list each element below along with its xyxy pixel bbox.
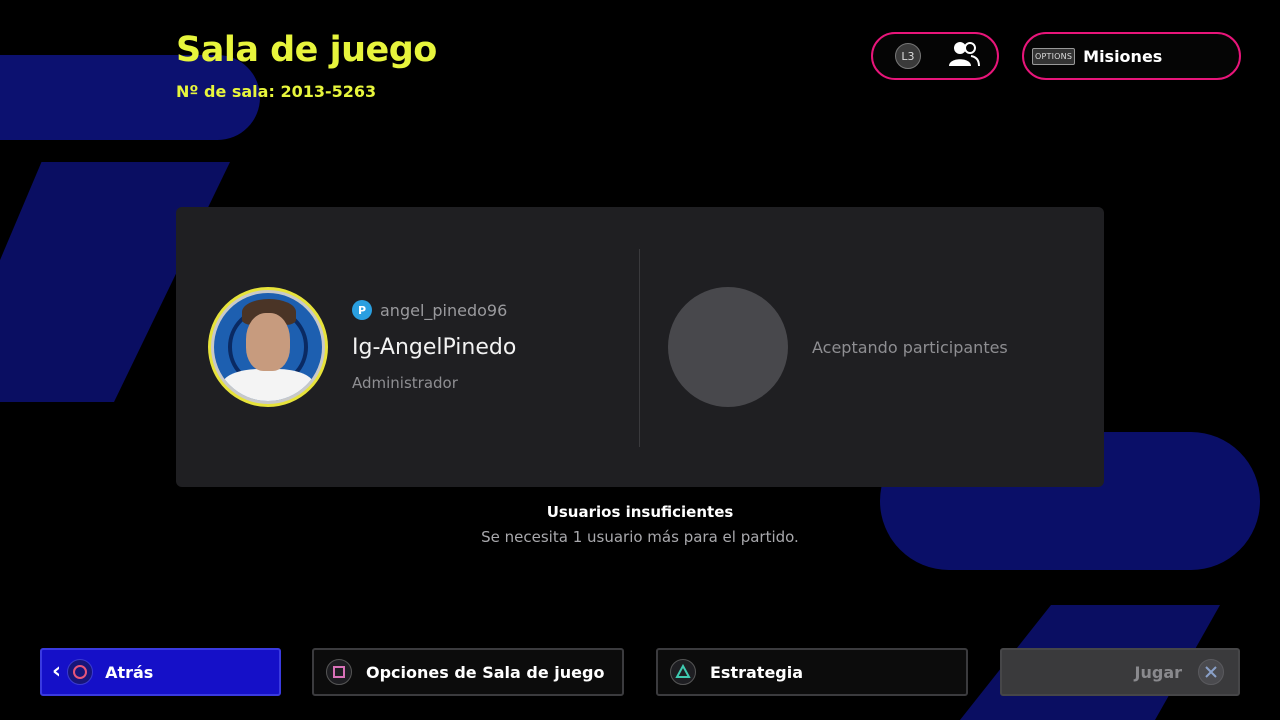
back-label: Atrás <box>105 662 154 682</box>
cross-button-icon <box>1198 659 1224 685</box>
playstation-icon: P <box>352 300 372 320</box>
room-number-label: Nº de sala: <box>176 82 275 101</box>
notice-title: Usuarios insuficientes <box>546 503 734 521</box>
page-title: Sala de juego <box>176 30 437 70</box>
room-number-value: 2013-5263 <box>280 82 377 101</box>
avatar-image <box>214 293 322 401</box>
notice-message: Se necesita 1 usuario más para el partid… <box>481 528 799 546</box>
chevron-left-icon: ‹ <box>52 659 62 684</box>
friends-button[interactable]: L3 <box>871 32 999 80</box>
circle-button-icon <box>67 659 94 685</box>
friends-icon <box>947 40 981 72</box>
empty-player-slot[interactable] <box>668 287 788 407</box>
square-button-icon <box>326 659 352 685</box>
psn-id: angel_pinedo96 <box>380 300 508 320</box>
options-button-icon: OPTIONS <box>1032 47 1076 65</box>
play-label: Jugar <box>1134 662 1182 682</box>
l3-button-icon: L3 <box>895 43 921 69</box>
host-name: Ig-AngelPinedo <box>352 335 517 360</box>
back-button[interactable]: ‹ Atrás <box>40 648 281 696</box>
missions-button[interactable]: OPTIONS Misiones <box>1022 32 1241 80</box>
strategy-button[interactable]: Estrategia <box>656 648 968 696</box>
room-options-button[interactable]: Opciones de Sala de juego <box>312 648 624 696</box>
play-button[interactable]: Jugar <box>1000 648 1240 696</box>
triangle-button-icon <box>670 659 696 685</box>
strategy-label: Estrategia <box>710 662 804 682</box>
psn-id-row: P angel_pinedo96 <box>352 300 507 320</box>
divider <box>639 249 640 447</box>
room-options-label: Opciones de Sala de juego <box>366 662 605 682</box>
host-role: Administrador <box>352 374 458 392</box>
room-number: Nº de sala: 2013-5263 <box>176 82 376 101</box>
host-avatar[interactable] <box>208 287 328 407</box>
missions-label: Misiones <box>1083 46 1163 66</box>
room-panel: P angel_pinedo96 Ig-AngelPinedo Administ… <box>176 207 1104 487</box>
slot-status: Aceptando participantes <box>812 338 1008 357</box>
